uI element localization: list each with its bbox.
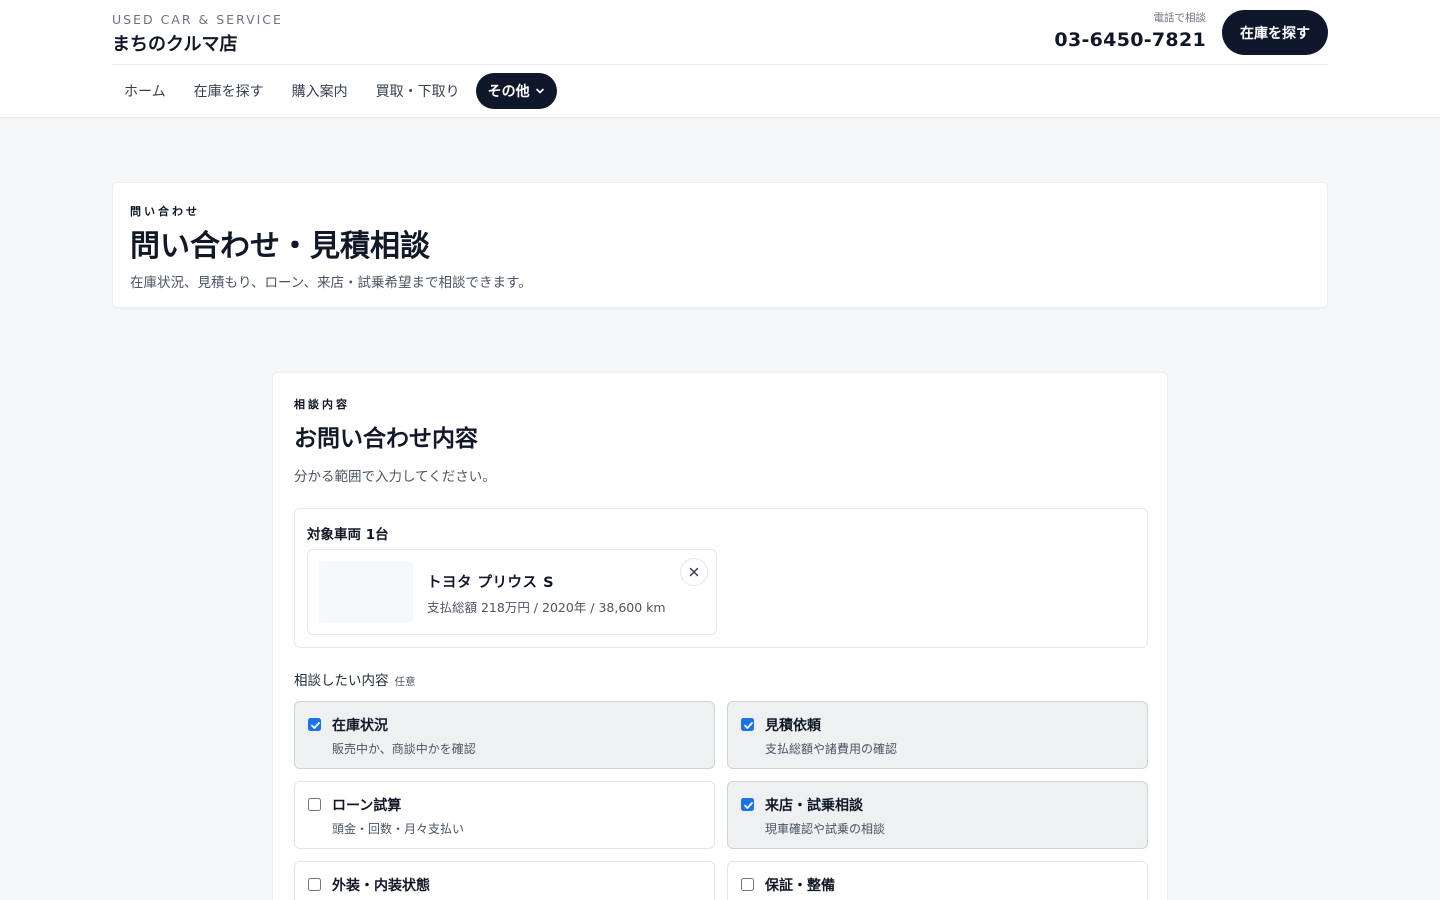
option-desc: 現車確認や試乗の相談 [765, 822, 886, 836]
search-stock-button[interactable]: 在庫を探す [1222, 10, 1328, 55]
option-warranty[interactable]: 保証・整備 [727, 861, 1148, 900]
header-divider [112, 64, 1328, 65]
brand-subtitle: USED CAR & SERVICE [112, 12, 283, 27]
intro-card: 問い合わせ 問い合わせ・見積相談 在庫状況、見積もり、ローン、来店・試乗希望まで… [112, 182, 1328, 308]
phone-number[interactable]: 03-6450-7821 [1054, 29, 1206, 51]
form-title: お問い合わせ内容 [294, 426, 478, 452]
option-checkbox[interactable] [308, 718, 321, 731]
remove-vehicle-button[interactable] [680, 558, 708, 586]
option-visit-test-drive[interactable]: 来店・試乗相談 現車確認や試乗の相談 [727, 781, 1148, 849]
check-icon [744, 722, 753, 729]
nav-item-trade-in[interactable]: 買取・下取り [364, 73, 472, 109]
option-title: 在庫状況 [332, 718, 388, 734]
form-eyebrow: 相談内容 [294, 398, 350, 411]
nav-item-purchase-guide[interactable]: 購入案内 [280, 73, 360, 109]
option-title: ローン試算 [332, 798, 402, 814]
option-stock-status[interactable]: 在庫状況 販売中か、商談中かを確認 [294, 701, 715, 769]
header-inner: USED CAR & SERVICE まちのクルマ店 電話で相談 03-6450… [112, 0, 1328, 118]
option-condition[interactable]: 外装・内装状態 [294, 861, 715, 900]
brand-name[interactable]: まちのクルマ店 [112, 30, 237, 56]
vehicle-heading: 対象車両 1台 [307, 527, 389, 543]
option-title: 保証・整備 [765, 878, 835, 894]
nav-item-other-label: その他 [487, 84, 530, 100]
option-desc: 頭金・回数・月々支払い [332, 822, 465, 836]
option-checkbox[interactable] [308, 878, 321, 891]
chevron-down-icon [535, 88, 544, 94]
target-vehicle-box: 対象車両 1台 トヨタ プリウス S 支払総額 218万円 / 2020年 / … [294, 508, 1148, 648]
option-loan[interactable]: ローン試算 頭金・回数・月々支払い [294, 781, 715, 849]
option-checkbox[interactable] [741, 798, 754, 811]
close-icon [689, 567, 699, 577]
check-icon [311, 722, 320, 729]
option-checkbox[interactable] [741, 718, 754, 731]
nav-item-stock[interactable]: 在庫を探す [182, 73, 276, 109]
intro-description: 在庫状況、見積もり、ローン、来店・試乗希望まで相談できます。 [130, 275, 532, 291]
option-checkbox[interactable] [741, 878, 754, 891]
phone-contact: 電話で相談 03-6450-7821 [1054, 10, 1206, 51]
topics-label: 相談したい内容 任意 [294, 669, 416, 689]
vehicle-card: トヨタ プリウス S 支払総額 218万円 / 2020年 / 38,600 k… [307, 549, 717, 635]
optional-badge: 任意 [394, 676, 416, 688]
vehicle-name: トヨタ プリウス S [427, 575, 555, 591]
page-title: 問い合わせ・見積相談 [130, 229, 430, 264]
option-title: 来店・試乗相談 [765, 798, 863, 814]
vehicle-meta: 支払総額 218万円 / 2020年 / 38,600 km [427, 600, 666, 615]
intro-eyebrow: 問い合わせ [130, 205, 200, 218]
nav-item-other[interactable]: その他 [475, 73, 557, 109]
option-checkbox[interactable] [308, 798, 321, 811]
option-desc: 支払総額や諸費用の確認 [765, 742, 898, 756]
option-title: 外装・内装状態 [332, 878, 430, 894]
check-icon [744, 802, 753, 809]
option-estimate[interactable]: 見積依頼 支払総額や諸費用の確認 [727, 701, 1148, 769]
option-title: 見積依頼 [765, 718, 821, 734]
vehicle-thumbnail [319, 561, 413, 623]
main-nav: ホーム 在庫を探す 購入案内 買取・下取り その他 [112, 73, 561, 109]
site-header: USED CAR & SERVICE まちのクルマ店 電話で相談 03-6450… [0, 0, 1440, 118]
inquiry-form-card: 相談内容 お問い合わせ内容 分かる範囲で入力してください。 対象車両 1台 トヨ… [272, 372, 1168, 900]
nav-item-home[interactable]: ホーム [112, 73, 178, 109]
option-desc: 販売中か、商談中かを確認 [332, 742, 476, 756]
phone-label: 電話で相談 [1153, 12, 1207, 24]
topics-label-text: 相談したい内容 [294, 673, 389, 689]
form-description: 分かる範囲で入力してください。 [294, 469, 496, 485]
